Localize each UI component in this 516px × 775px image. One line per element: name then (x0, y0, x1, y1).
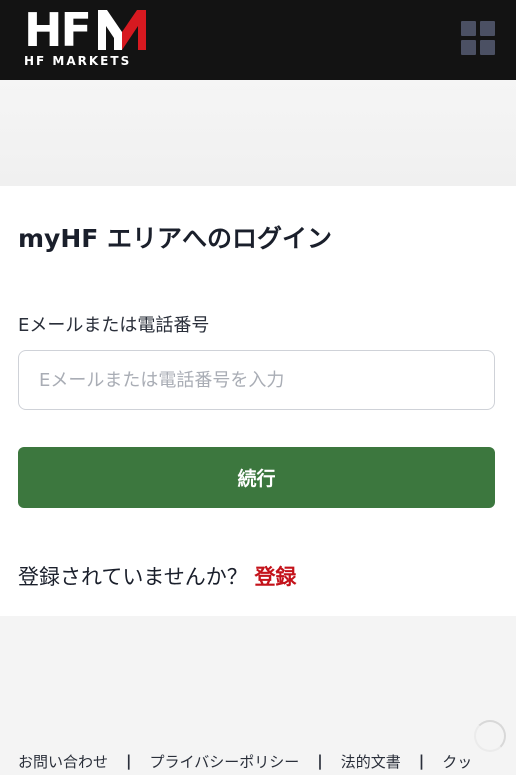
register-prompt: 登録されていませんか？ (18, 565, 248, 589)
footer-link-privacy[interactable]: プライバシーポリシー (150, 751, 300, 772)
logo-subtitle: HF MARKETS (24, 54, 132, 68)
register-link[interactable]: 登録 (254, 565, 296, 589)
footer-separator: | (317, 752, 323, 770)
footer-separator: | (126, 752, 132, 770)
login-card: myHF エリアへのログイン Eメールまたは電話番号 続行 登録されていませんか… (0, 186, 516, 616)
hfm-logo[interactable]: H F HF MARKETS (24, 3, 154, 70)
loading-spinner-icon (474, 720, 506, 752)
footer-link-cookie[interactable]: クッ (442, 751, 472, 772)
footer-link-contact[interactable]: お問い合わせ (18, 751, 108, 772)
email-phone-input[interactable] (18, 350, 495, 410)
top-header: H F HF MARKETS (0, 0, 516, 80)
register-row: 登録されていませんか？ 登録 (18, 561, 296, 591)
logo-letter-f: F (60, 3, 92, 57)
footer-separator: | (418, 752, 425, 770)
logo-letters: H F (24, 3, 92, 57)
logo-letter-h: H (24, 3, 62, 57)
background-band (0, 80, 516, 186)
logo-m-mark (98, 10, 146, 50)
footer-links: お問い合わせ | プライバシーポリシー | 法的文書 | クッ (18, 750, 516, 772)
email-phone-label: Eメールまたは電話番号 (18, 315, 210, 336)
footer-link-legal[interactable]: 法的文書 (341, 751, 401, 772)
page-title: myHF エリアへのログイン (18, 224, 333, 253)
continue-button[interactable]: 続行 (18, 447, 495, 508)
grid-menu-icon[interactable] (461, 21, 495, 55)
